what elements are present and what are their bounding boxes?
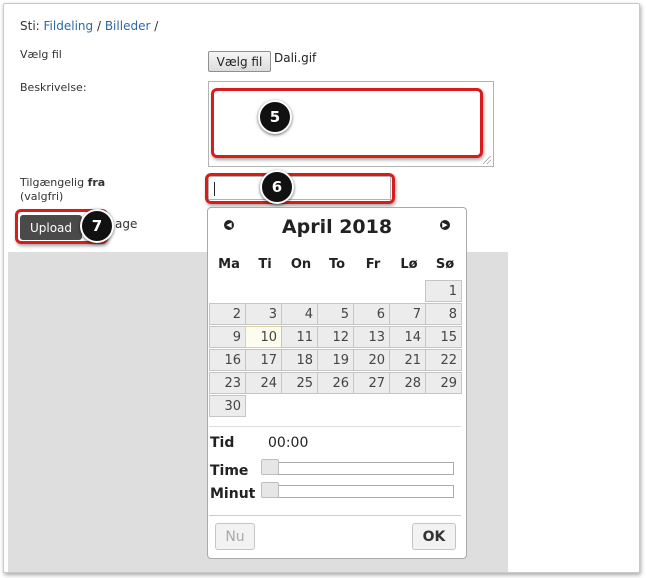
calendar-day[interactable]: 16 [209, 349, 246, 371]
calendar-day[interactable]: 3 [245, 303, 282, 325]
choose-file-button[interactable]: Vælg fil [208, 51, 271, 72]
calendar-day[interactable]: 22 [425, 349, 462, 371]
calendar-day[interactable]: 21 [389, 349, 426, 371]
calendar-day[interactable]: 4 [281, 303, 318, 325]
now-button[interactable]: Nu [215, 523, 255, 550]
calendar-day[interactable]: 7 [389, 303, 426, 325]
button-pane-divider [209, 515, 461, 516]
calendar-day[interactable]: 12 [317, 326, 354, 348]
weekday-sunday: Sø [435, 257, 455, 272]
calendar-day[interactable]: 18 [281, 349, 318, 371]
calendar-day[interactable]: 26 [317, 372, 354, 394]
breadcrumb: Sti: Fildeling / Billeder / [20, 19, 158, 33]
description-highlight [211, 88, 483, 158]
minute-label: Minut [210, 486, 256, 502]
hour-slider[interactable] [263, 462, 454, 475]
calendar-day[interactable]: 27 [353, 372, 390, 394]
weekday-friday: Fr [365, 257, 381, 272]
time-label: Tid [210, 435, 235, 451]
calendar-day[interactable]: 29 [425, 372, 462, 394]
calendar-day[interactable]: 8 [425, 303, 462, 325]
hour-label: Time [210, 463, 249, 479]
calendar-day[interactable]: 23 [209, 372, 246, 394]
hour-slider-handle[interactable] [261, 459, 279, 475]
calendar-day[interactable]: 15 [425, 326, 462, 348]
calendar-day[interactable]: 13 [353, 326, 390, 348]
minute-slider[interactable] [263, 485, 454, 498]
available-from-label: Tilgængelig fra (valgfri) [20, 176, 105, 204]
file-name: Dali.gif [274, 51, 317, 65]
month-title: April 2018 [281, 216, 393, 238]
calendar-day[interactable]: 24 [245, 372, 282, 394]
available-label-bold: fra [87, 176, 106, 189]
breadcrumb-link-fildeling[interactable]: Fildeling [44, 19, 94, 33]
weekday-header: Ma Ti On To Fr Lø Sø [211, 257, 463, 272]
calendar-grid: 1 2 3 4 5 6 7 8 9 10 11 12 13 14 15 16 17 18 19 20 21 22 23 24 2… [209, 280, 462, 420]
available-label-optional: (valgfri) [20, 190, 64, 203]
description-label: Beskrivelse: [20, 81, 87, 94]
weekday-wednesday: On [290, 257, 312, 272]
calendar-day[interactable]: 5 [317, 303, 354, 325]
resize-handle-icon[interactable] [483, 156, 491, 164]
ok-button[interactable]: OK [412, 523, 456, 550]
minute-slider-handle[interactable] [261, 482, 279, 498]
callout-badge-5: 5 [258, 100, 292, 134]
weekday-monday: Ma [218, 257, 240, 272]
divider [209, 426, 461, 427]
calendar-day[interactable]: 19 [317, 349, 354, 371]
calendar-day[interactable]: 11 [281, 326, 318, 348]
calendar-day[interactable]: 6 [353, 303, 390, 325]
calendar-day[interactable]: 2 [209, 303, 246, 325]
callout-badge-7: 7 [80, 209, 114, 243]
calendar-day[interactable]: 17 [245, 349, 282, 371]
calendar-day[interactable]: 30 [209, 395, 246, 417]
date-input-highlight [205, 173, 395, 204]
available-label-text: Tilgængelig [20, 176, 85, 189]
calendar-day[interactable]: 9 [209, 326, 246, 348]
breadcrumb-separator: / [96, 19, 101, 33]
breadcrumb-link-billeder[interactable]: Billeder [105, 19, 151, 33]
calendar-day[interactable]: 28 [389, 372, 426, 394]
partial-label: age [115, 217, 138, 231]
weekday-tuesday: Ti [258, 257, 272, 272]
calendar-day[interactable]: 20 [353, 349, 390, 371]
weekday-thursday: To [328, 257, 346, 272]
calendar-day[interactable]: 10 [245, 326, 282, 348]
breadcrumb-prefix: Sti: [20, 19, 40, 33]
calendar-day[interactable]: 25 [281, 372, 318, 394]
file-label: Vælg fil [20, 48, 62, 61]
weekday-saturday: Lø [400, 257, 418, 272]
callout-badge-6: 6 [260, 170, 294, 204]
calendar-day[interactable]: 14 [389, 326, 426, 348]
calendar-day[interactable]: 1 [425, 280, 462, 302]
page-frame: Sti: Fildeling / Billeder / Vælg fil Væl… [3, 3, 640, 573]
breadcrumb-separator: / [154, 19, 159, 33]
time-value: 00:00 [268, 435, 309, 451]
